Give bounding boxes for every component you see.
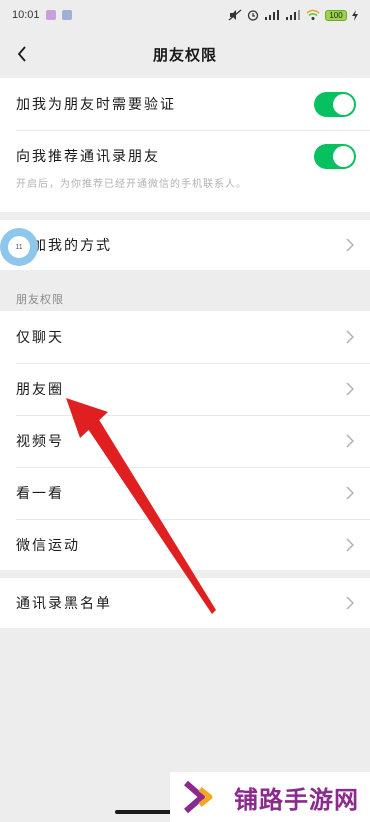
permission-item-label: 视频号 [16, 434, 64, 450]
signal-1-icon [265, 10, 279, 20]
floating-assist-ball[interactable]: 11 [0, 228, 38, 266]
permission-item-label: 微信运动 [16, 538, 80, 554]
recommend-toggle[interactable] [314, 143, 356, 169]
chevron-right-icon [346, 596, 354, 610]
recommend-hint: 开启后，为你推荐已经开通微信的手机联系人。 [16, 179, 247, 190]
battery-indicator: 100 [325, 9, 347, 21]
signal-2-icon [286, 10, 300, 20]
status-left: 10:01 [12, 9, 72, 21]
chevron-right-icon [346, 434, 354, 448]
app-notification-icon [61, 10, 72, 20]
mute-icon [228, 9, 242, 21]
notification-icon [45, 10, 56, 20]
verify-label: 加我为朋友时需要验证 [16, 97, 176, 113]
chevron-right-icon [346, 330, 354, 344]
verify-row[interactable]: 加我为朋友时需要验证 [0, 78, 370, 130]
recommend-label: 向我推荐通讯录朋友 [16, 149, 160, 165]
permission-item-werun[interactable]: 微信运动 [0, 519, 370, 571]
wifi-icon [306, 9, 320, 20]
blacklist-row[interactable]: 通讯录黑名单 [0, 578, 370, 628]
watermark-text: 铺路手游网 [234, 785, 359, 814]
nav-bar: 朋友权限 [0, 30, 370, 78]
floating-ball-center: 11 [8, 236, 30, 258]
permission-item-label: 朋友圈 [16, 382, 64, 398]
charging-icon [352, 9, 358, 21]
chevron-right-icon [346, 486, 354, 500]
watermark-logo: 铺路手游网 [170, 772, 370, 822]
permission-item-channels[interactable]: 视频号 [0, 415, 370, 467]
permissions-section-title: 朋友权限 [16, 293, 64, 306]
add-method-group: 添加我的方式 [0, 220, 370, 270]
status-bar: 10:01 100 [0, 0, 370, 30]
status-right: 100 [228, 9, 358, 21]
verify-toggle[interactable] [314, 91, 356, 117]
watermark-chevron-icon [184, 780, 213, 814]
alarm-icon [247, 10, 259, 21]
friend-verify-group: 加我为朋友时需要验证 向我推荐通讯录朋友 [0, 78, 370, 212]
permission-item-label: 看一看 [16, 486, 64, 502]
permission-item-label: 仅聊天 [16, 330, 64, 346]
permission-item-moments[interactable]: 朋友圈 [0, 363, 370, 415]
blacklist-group: 通讯录黑名单 [0, 578, 370, 628]
add-method-row[interactable]: 添加我的方式 [0, 220, 370, 270]
chevron-right-icon [346, 382, 354, 396]
chevron-right-icon [346, 238, 354, 252]
status-time: 10:01 [12, 9, 40, 21]
page-title: 朋友权限 [152, 45, 217, 64]
blacklist-label: 通讯录黑名单 [16, 596, 112, 612]
permission-item-chat-only[interactable]: 仅聊天 [0, 311, 370, 363]
permission-item-top-stories[interactable]: 看一看 [0, 467, 370, 519]
back-arrow-icon [17, 46, 26, 62]
back-button[interactable] [10, 42, 34, 66]
chevron-right-icon [346, 538, 354, 552]
permissions-group: 仅聊天 朋友圈 视频号 看一看 微信运动 [0, 311, 370, 570]
